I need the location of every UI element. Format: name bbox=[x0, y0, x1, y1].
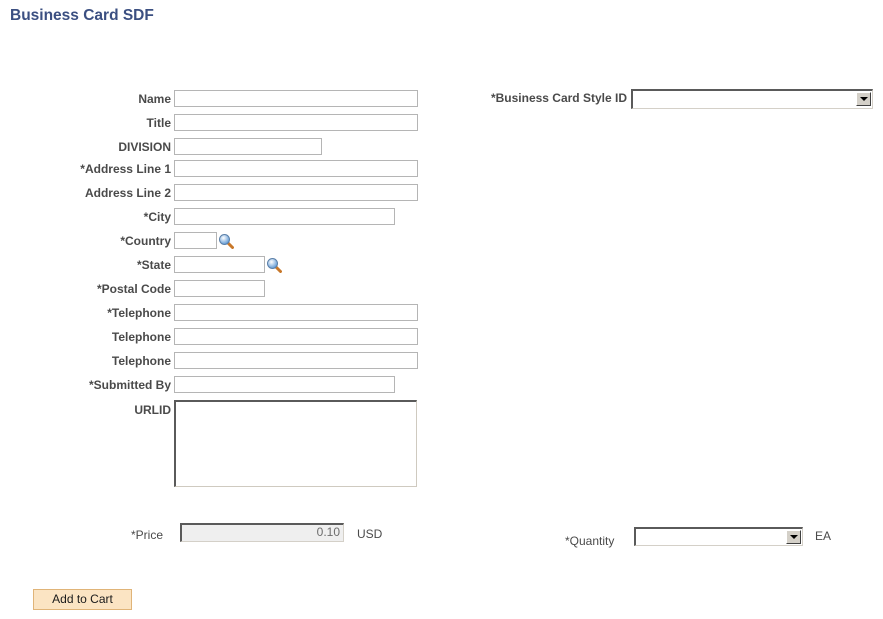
name-label: Name bbox=[138, 92, 171, 106]
name-input[interactable] bbox=[174, 90, 418, 107]
submitted-by-label: *Submitted By bbox=[88, 378, 171, 392]
address-line-1-label: *Address Line 1 bbox=[80, 162, 171, 176]
urlid-textarea[interactable] bbox=[174, 400, 417, 487]
telephone-2-label: Telephone bbox=[111, 330, 171, 344]
country-lookup-icon[interactable] bbox=[218, 233, 234, 249]
title-label: Title bbox=[146, 116, 171, 130]
submitted-by-input[interactable] bbox=[174, 376, 395, 393]
postal-code-input[interactable] bbox=[174, 280, 265, 297]
price-label: *Price bbox=[131, 528, 164, 542]
telephone-3-input[interactable] bbox=[174, 352, 418, 369]
country-input[interactable] bbox=[174, 232, 217, 249]
page-title: Business Card SDF bbox=[10, 7, 154, 24]
city-input[interactable] bbox=[174, 208, 395, 225]
quantity-select[interactable] bbox=[634, 527, 803, 546]
state-label: *State bbox=[136, 258, 171, 272]
country-label: *Country bbox=[120, 234, 171, 248]
add-to-cart-button[interactable]: Add to Cart bbox=[33, 589, 132, 610]
quantity-unit: EA bbox=[815, 529, 832, 543]
telephone-1-input[interactable] bbox=[174, 304, 418, 321]
price-field: 0.10 bbox=[180, 523, 344, 542]
chevron-down-icon[interactable] bbox=[856, 92, 871, 106]
telephone-1-label: *Telephone bbox=[107, 306, 171, 320]
business-card-style-id-label: *Business Card Style ID bbox=[490, 91, 627, 105]
division-input[interactable] bbox=[174, 138, 322, 155]
address-line-2-label: Address Line 2 bbox=[84, 186, 171, 200]
address-line-1-input[interactable] bbox=[174, 160, 418, 177]
chevron-down-icon[interactable] bbox=[786, 530, 801, 544]
quantity-label: *Quantity bbox=[565, 534, 615, 548]
telephone-2-input[interactable] bbox=[174, 328, 418, 345]
state-input[interactable] bbox=[174, 256, 265, 273]
price-currency: USD bbox=[357, 527, 383, 541]
urlid-label: URLID bbox=[134, 403, 171, 417]
postal-code-label: *Postal Code bbox=[96, 282, 171, 296]
state-lookup-icon[interactable] bbox=[266, 257, 282, 273]
address-line-2-input[interactable] bbox=[174, 184, 418, 201]
division-label: DIVISION bbox=[118, 140, 171, 154]
telephone-3-label: Telephone bbox=[111, 354, 171, 368]
city-label: *City bbox=[143, 210, 171, 224]
business-card-style-id-select[interactable] bbox=[631, 89, 873, 109]
title-input[interactable] bbox=[174, 114, 418, 131]
